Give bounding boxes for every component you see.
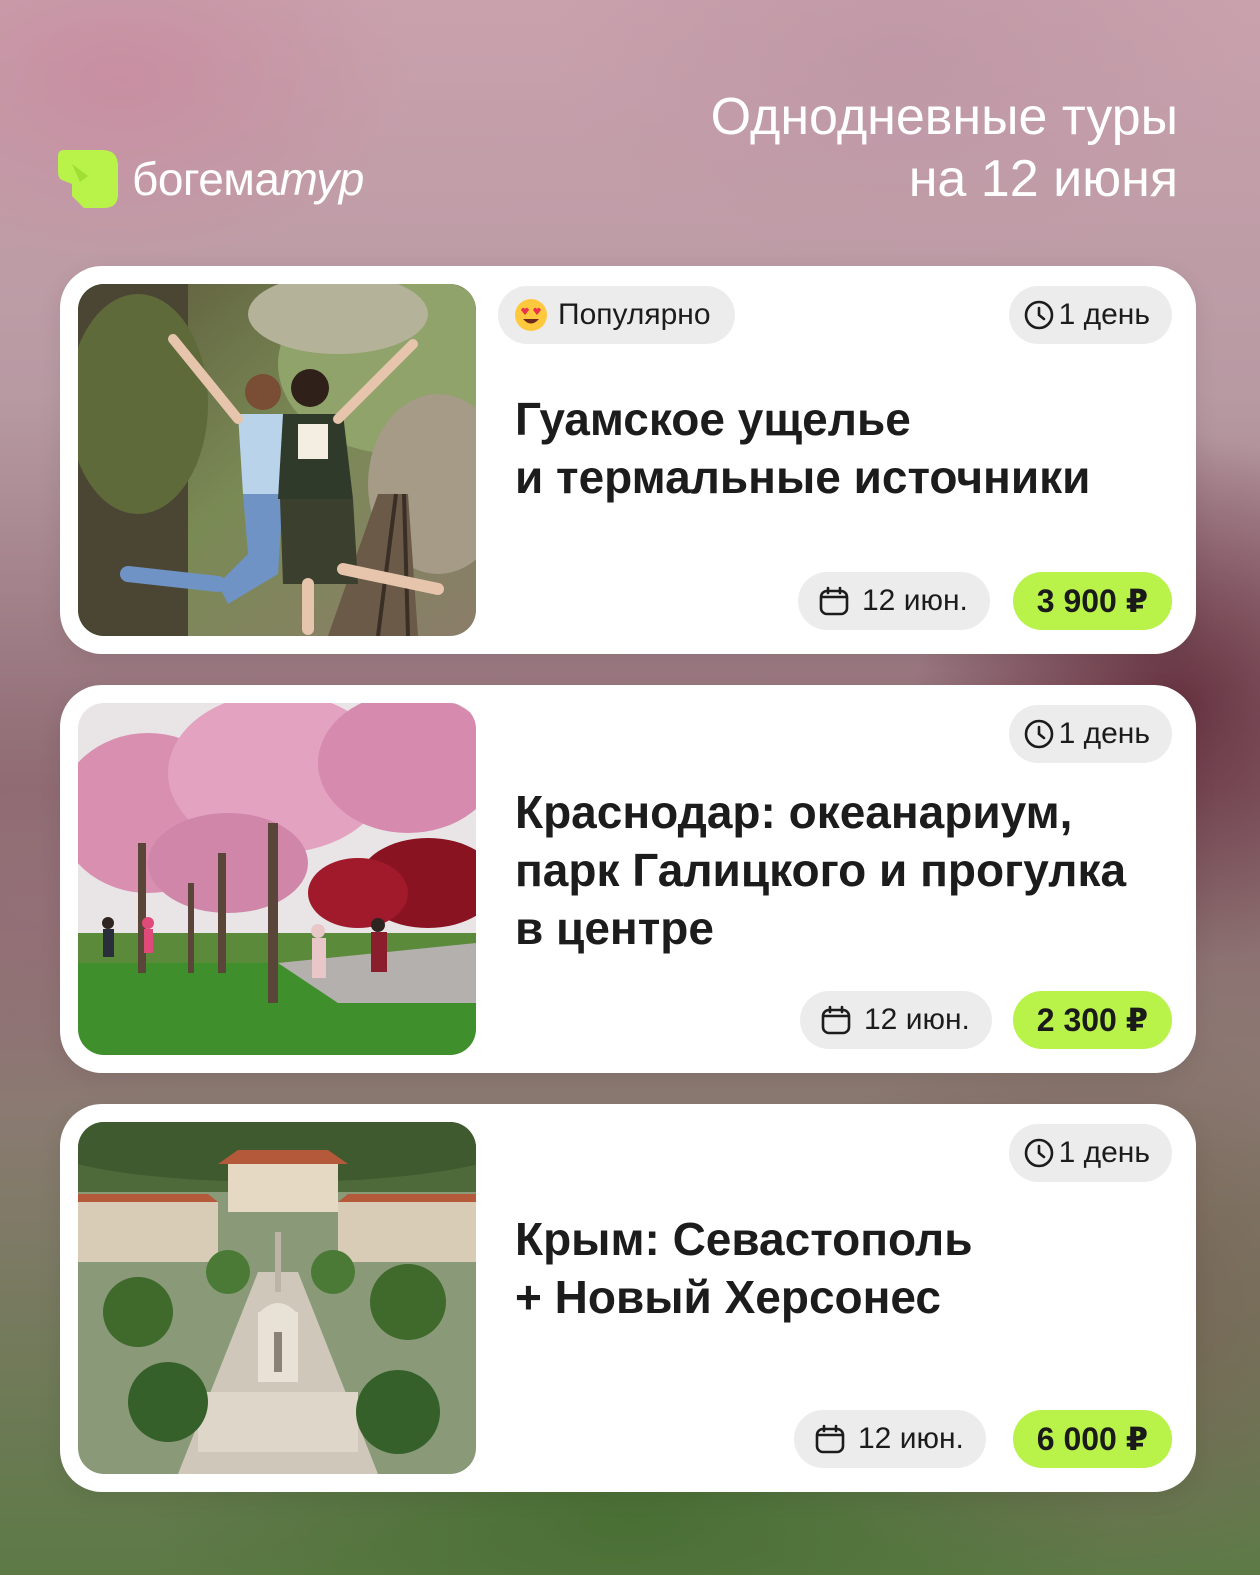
price-label: 2 300 ₽ (1036, 1002, 1148, 1038)
brand-name: богематур (132, 152, 364, 206)
tour-title-line: парк Галицкого и прогулка (515, 844, 1127, 896)
tour-title[interactable]: Краснодар: океанариум, парк Галицкого и … (515, 783, 1175, 957)
tour-title[interactable]: Гуамское ущелье и термальные источники (515, 390, 1175, 506)
price-label: 3 900 ₽ (1036, 583, 1148, 619)
heart-eyes-emoji-icon (514, 298, 548, 332)
duration-label: 1 день (1058, 1136, 1150, 1169)
duration-label: 1 день (1058, 717, 1150, 750)
tour-image-guam (78, 284, 476, 636)
calendar-icon (814, 1423, 846, 1455)
calendar-icon (820, 1004, 852, 1036)
price-button[interactable]: 2 300 ₽ (1012, 991, 1172, 1049)
tour-title-line: Гуамское ущелье (515, 393, 911, 445)
tour-title[interactable]: Крым: Севастополь + Новый Херсонес (515, 1210, 1175, 1326)
clock-icon (1023, 718, 1055, 750)
header: богематур Однодневные туры на 12 июня (0, 0, 1260, 260)
duration-label: 1 день (1058, 298, 1150, 331)
price-button[interactable]: 3 900 ₽ (1012, 572, 1172, 630)
duration-badge: 1 день (1008, 286, 1172, 344)
page-title: Однодневные туры на 12 июня (711, 86, 1178, 210)
popular-badge-label: Популярно (558, 298, 711, 331)
tour-title-line: в центре (515, 902, 714, 954)
price-label: 6 000 ₽ (1036, 1421, 1148, 1457)
tour-title-line: + Новый Херсонес (515, 1271, 941, 1323)
brand-logo[interactable]: богематур (58, 150, 364, 208)
duration-badge: 1 день (1008, 1124, 1172, 1182)
date-label: 12 июн. (862, 584, 968, 617)
brand-name-plain: богема (132, 153, 280, 205)
price-button[interactable]: 6 000 ₽ (1012, 1410, 1172, 1468)
tour-card-guam[interactable]: Популярно 1 день Гуамское ущелье и терма… (60, 266, 1196, 654)
tour-title-line: Краснодар: океанариум, (515, 786, 1073, 838)
calendar-icon (818, 585, 850, 617)
date-badge: 12 июн. (798, 572, 990, 630)
popular-badge: Популярно (498, 286, 735, 344)
tour-card-krasnodar[interactable]: 1 день Краснодар: океанариум, парк Галиц… (60, 685, 1196, 1073)
date-label: 12 июн. (864, 1003, 970, 1036)
duration-badge: 1 день (1008, 705, 1172, 763)
date-badge: 12 июн. (794, 1410, 986, 1468)
tour-image-crimea (78, 1122, 476, 1474)
tour-image-krasnodar (78, 703, 476, 1055)
page-title-line-2: на 12 июня (908, 150, 1178, 208)
tour-card-crimea[interactable]: 1 день Крым: Севастополь + Новый Херсоне… (60, 1104, 1196, 1492)
tour-title-line: Крым: Севастополь (515, 1213, 973, 1265)
date-badge: 12 июн. (800, 991, 992, 1049)
page-title-line-1: Однодневные туры (710, 88, 1178, 146)
date-label: 12 июн. (858, 1422, 964, 1455)
clock-icon (1023, 1137, 1055, 1169)
logo-mark-icon (58, 150, 118, 208)
clock-icon (1023, 299, 1055, 331)
tour-title-line: и термальные источники (515, 451, 1091, 503)
brand-name-italic: тур (279, 153, 365, 205)
